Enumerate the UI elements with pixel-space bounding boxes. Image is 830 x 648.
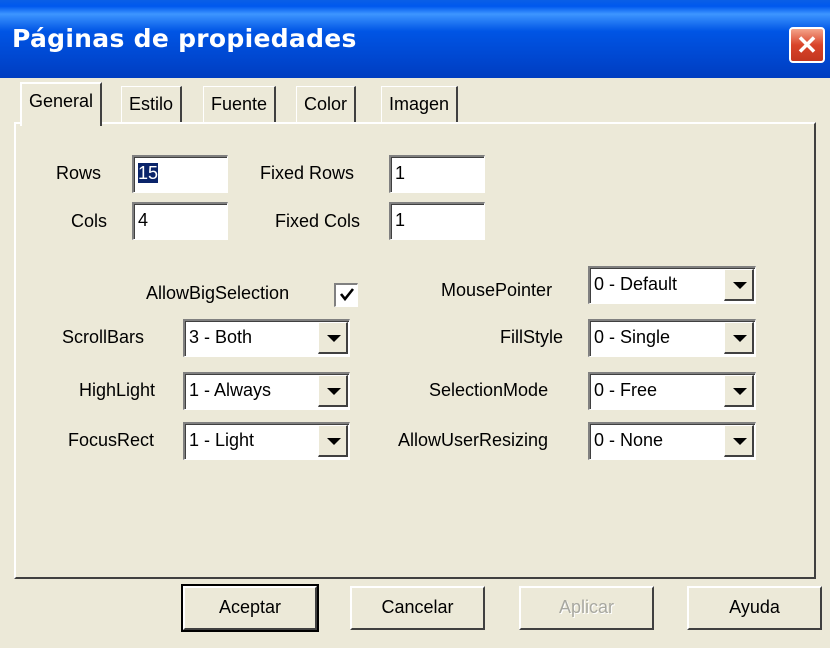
rows-label: Rows	[56, 163, 102, 183]
scrollbars-select[interactable]: 3 - Both	[183, 319, 350, 357]
fillstyle-label: FillStyle	[500, 327, 564, 347]
help-button[interactable]: Ayuda	[687, 586, 822, 630]
close-icon[interactable]: ✕	[789, 27, 825, 63]
tab-estilo[interactable]: Estilo	[121, 86, 183, 122]
scrollbars-value: 3 - Both	[189, 327, 253, 347]
mousepointer-label: MousePointer	[441, 280, 553, 300]
apply-button[interactable]: Aplicar	[519, 586, 654, 630]
tab-imagen[interactable]: Imagen	[381, 86, 459, 122]
focusrect-value: 1 - Light	[189, 430, 255, 450]
fillstyle-select[interactable]: 0 - Single	[588, 319, 756, 357]
chevron-down-icon[interactable]	[318, 322, 348, 354]
cols-input[interactable]: 4	[132, 202, 228, 240]
highlight-select[interactable]: 1 - Always	[183, 372, 350, 410]
selectionmode-select[interactable]: 0 - Free	[588, 372, 756, 410]
fillstyle-value: 0 - Single	[594, 327, 671, 347]
focusrect-label: FocusRect	[68, 430, 155, 450]
title-bar: Páginas de propiedades ✕	[0, 0, 830, 78]
chevron-down-icon[interactable]	[724, 322, 754, 354]
chevron-down-icon[interactable]	[724, 375, 754, 407]
rows-value: 15	[138, 163, 159, 183]
highlight-value: 1 - Always	[189, 380, 272, 400]
tab-color[interactable]: Color	[296, 86, 357, 122]
scrollbars-label: ScrollBars	[62, 327, 145, 347]
allowuserresizing-label: AllowUserResizing	[398, 430, 549, 450]
allowuserresizing-value: 0 - None	[594, 430, 664, 450]
cancel-button[interactable]: Cancelar	[350, 586, 485, 630]
focusrect-select[interactable]: 1 - Light	[183, 422, 350, 460]
allow-big-selection-checkbox[interactable]	[334, 283, 358, 307]
tab-general[interactable]: General	[20, 82, 103, 126]
allow-big-selection-label: AllowBigSelection	[146, 283, 290, 303]
cols-label: Cols	[71, 211, 108, 231]
allowuserresizing-select[interactable]: 0 - None	[588, 422, 756, 460]
fixed-cols-input[interactable]: 1	[389, 202, 485, 240]
window-title: Páginas de propiedades	[12, 24, 357, 53]
chevron-down-icon[interactable]	[724, 269, 754, 301]
highlight-label: HighLight	[79, 380, 156, 400]
chevron-down-icon[interactable]	[318, 425, 348, 457]
mousepointer-select[interactable]: 0 - Default	[588, 266, 756, 304]
rows-input[interactable]: 15	[132, 155, 228, 193]
fixed-rows-input[interactable]: 1	[389, 155, 485, 193]
ok-button[interactable]: Aceptar	[181, 584, 319, 632]
fixed-cols-label: Fixed Cols	[275, 211, 361, 231]
chevron-down-icon[interactable]	[724, 425, 754, 457]
fixed-rows-label: Fixed Rows	[260, 163, 355, 183]
tab-fuente[interactable]: Fuente	[203, 86, 277, 122]
mousepointer-value: 0 - Default	[594, 274, 678, 294]
chevron-down-icon[interactable]	[318, 375, 348, 407]
selectionmode-label: SelectionMode	[429, 380, 549, 400]
checkmark-icon	[339, 288, 355, 302]
selectionmode-value: 0 - Free	[594, 380, 658, 400]
